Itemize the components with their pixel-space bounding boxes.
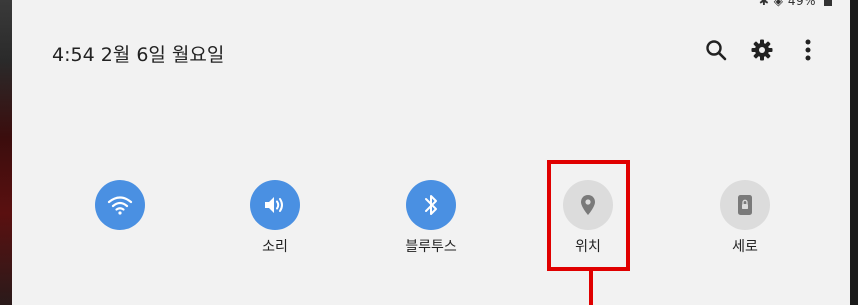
status-bar-text: ✱ ◈ 49%	[758, 0, 816, 8]
quick-settings-panel: ✱ ◈ 49% 4:54 2월 6일 월요일 소리 블루투스 위치 세로	[12, 0, 850, 305]
battery-icon	[824, 0, 832, 6]
highlight-box	[547, 160, 630, 271]
status-bar: ✱ ◈ 49%	[759, 0, 832, 8]
settings-button[interactable]	[750, 36, 774, 64]
top-actions	[704, 36, 820, 64]
tile-bluetooth[interactable]: 블루투스	[381, 180, 481, 256]
tile-wifi-label	[70, 238, 170, 256]
search-icon	[706, 40, 727, 61]
tile-rotation[interactable]: 세로	[695, 180, 795, 256]
search-button[interactable]	[704, 36, 728, 64]
tile-sound-button[interactable]	[250, 180, 300, 230]
portrait-lock-icon	[738, 195, 752, 215]
more-vert-icon	[805, 39, 811, 61]
tile-bluetooth-label: 블루투스	[405, 239, 457, 255]
bluetooth-icon	[425, 195, 437, 215]
gear-icon	[751, 39, 773, 61]
tile-wifi-button[interactable]	[95, 180, 145, 230]
more-options-button[interactable]	[796, 36, 820, 64]
tile-rotation-label: 세로	[732, 239, 758, 255]
tile-wifi[interactable]	[70, 180, 170, 256]
tile-bluetooth-button[interactable]	[406, 180, 456, 230]
tile-sound[interactable]: 소리	[225, 180, 325, 256]
tile-rotation-button[interactable]	[720, 180, 770, 230]
speaker-icon	[265, 197, 283, 213]
tile-sound-label: 소리	[262, 239, 288, 255]
date-time-label: 4:54 2월 6일 월요일	[52, 44, 225, 66]
wifi-icon	[107, 196, 133, 215]
background-edge-right	[850, 0, 858, 305]
highlight-pointer	[589, 271, 593, 305]
background-edge	[0, 0, 12, 305]
